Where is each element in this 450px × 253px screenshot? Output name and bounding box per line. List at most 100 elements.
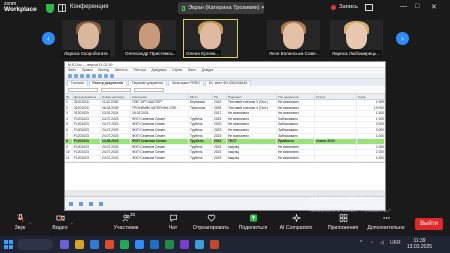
table-cell: ФОП Семенов Семен	[131, 127, 189, 133]
menu-item[interactable]: Правка	[82, 68, 93, 72]
table-cell: ФОП Семенов Семен	[131, 144, 189, 150]
excel-icon[interactable]	[165, 240, 174, 249]
task-view-icon[interactable]	[60, 240, 69, 249]
filter-input[interactable]	[134, 87, 164, 92]
apps-button[interactable]: Приложения	[323, 212, 363, 231]
tool-icon[interactable]	[104, 73, 108, 78]
share-button[interactable]: Поделиться	[233, 212, 273, 231]
column-header[interactable]: Контрагент	[131, 94, 189, 99]
apps-icon	[339, 214, 347, 222]
tool-icon[interactable]	[74, 73, 78, 78]
edge-icon[interactable]	[90, 240, 99, 249]
file-explorer-icon[interactable]	[75, 240, 84, 249]
taskbar-search[interactable]	[17, 239, 53, 250]
chat-button[interactable]: Чат	[153, 212, 193, 231]
column-header[interactable]: Дата документа	[73, 94, 101, 99]
table-cell: 4 200	[357, 155, 385, 161]
gallery-icon[interactable]	[58, 4, 66, 12]
menu-item[interactable]: Файл	[68, 68, 76, 72]
tool-icon[interactable]	[80, 73, 84, 78]
participant-tile[interactable]: Леся Воленська-Саве...	[267, 20, 320, 57]
app-icon[interactable]	[120, 240, 129, 249]
status-icon[interactable]	[89, 201, 93, 206]
chevron-up-icon[interactable]: ^	[29, 221, 31, 226]
participant-tile-active[interactable]: Олена Ергенк...	[183, 19, 238, 58]
security-shield-icon[interactable]	[46, 4, 54, 13]
menu-item[interactable]: Вікно	[188, 68, 196, 72]
table-cell: Бережань	[189, 100, 213, 105]
app-tab[interactable]: Головна	[67, 80, 88, 86]
taskbar-clock[interactable]: 11:39 13.03.2025	[407, 238, 432, 250]
column-header[interactable]: Сума	[357, 94, 385, 99]
table-cell: 3	[65, 111, 73, 116]
status-icon[interactable]	[69, 201, 73, 206]
recording-indicator[interactable]: Запись	[331, 4, 358, 10]
chevron-up-icon[interactable]: ^	[71, 221, 73, 226]
shared-screen[interactable]: M.E.Doc — версія 11.01.59 Файл Правка Ви…	[64, 61, 386, 211]
telegram-icon[interactable]	[195, 240, 204, 249]
participants-button[interactable]: 33 Участники	[106, 212, 146, 231]
table-cell: 3 000	[357, 127, 385, 133]
menu-item[interactable]: Довідка	[202, 68, 213, 72]
column-header[interactable]: Підрозділ	[227, 94, 277, 99]
tool-icon[interactable]	[92, 73, 96, 78]
network-icon[interactable]: ◔	[370, 240, 373, 246]
status-icon[interactable]	[99, 201, 103, 206]
status-icon[interactable]	[79, 201, 83, 206]
filter-input[interactable]	[68, 87, 98, 92]
close-icon[interactable]: ✕	[431, 3, 437, 11]
view-icon[interactable]	[365, 4, 373, 11]
prev-page-arrow-icon[interactable]: ‹	[42, 32, 55, 45]
tool-icon[interactable]	[110, 73, 114, 78]
minimize-icon[interactable]: —	[400, 3, 407, 10]
column-header[interactable]: Тип документа	[277, 94, 315, 99]
volume-icon[interactable]: ◁	[380, 240, 384, 246]
participant-tile[interactable]: Лариса Любомирець...	[330, 20, 383, 57]
column-header[interactable]: Місто	[189, 94, 213, 99]
maximize-icon[interactable]: □	[415, 3, 419, 10]
app-tab[interactable]: Ел. звіти ФН 4000206416	[204, 80, 252, 86]
leave-button[interactable]: Выйти	[415, 218, 443, 230]
column-header[interactable]: Рік	[213, 94, 227, 99]
table-cell: ФОП Семенов Семен	[131, 139, 189, 144]
table-cell: Трубель	[189, 122, 213, 127]
column-header[interactable]: Статус	[315, 94, 357, 99]
video-button[interactable]: Видео ^	[40, 212, 80, 231]
tool-icon[interactable]	[68, 73, 72, 78]
filter-input[interactable]	[101, 87, 131, 92]
tool-icon[interactable]	[98, 73, 102, 78]
table-cell: Заблоковано	[277, 127, 315, 133]
react-button[interactable]: Отреагировать	[191, 212, 231, 231]
chrome-icon[interactable]	[105, 240, 114, 249]
zoom-app-icon[interactable]	[135, 240, 144, 249]
ai-companion-button[interactable]: AI Companion	[276, 212, 316, 231]
app-icon[interactable]	[210, 240, 219, 249]
windows-start-icon[interactable]	[4, 240, 13, 249]
share-screen-icon	[249, 214, 257, 222]
menu-item[interactable]: Звітність	[115, 68, 128, 72]
menu-item[interactable]: Вигляд	[98, 68, 108, 72]
column-header[interactable]: Номер договору	[101, 94, 131, 99]
audio-button[interactable]: Звук ^	[0, 212, 40, 231]
more-button[interactable]: Дополнительно	[366, 212, 406, 231]
column-header[interactable]: №	[65, 94, 73, 99]
viber-icon[interactable]	[180, 240, 189, 249]
menu-item[interactable]: Довідники	[152, 68, 167, 72]
participant-tile[interactable]: Лариса Скоробогата	[62, 20, 115, 57]
tool-icon[interactable]	[86, 73, 90, 78]
avatar	[283, 23, 304, 49]
menu-item[interactable]: Сервіс	[172, 68, 182, 72]
word-icon[interactable]	[150, 240, 159, 249]
next-page-arrow-icon[interactable]: ›	[396, 32, 409, 45]
table-cell	[315, 111, 357, 116]
table-cell: 2023	[213, 144, 227, 150]
app-tab[interactable]: Первинні документи	[128, 80, 168, 86]
language-indicator[interactable]: UKR	[390, 240, 401, 246]
table-cell: 10	[65, 150, 73, 155]
app-tab[interactable]: Моніторинг PRRO	[168, 80, 204, 86]
tray-chevron-icon[interactable]: ^	[360, 240, 362, 246]
participant-tile[interactable]: Олександр Пристемсь...	[123, 20, 176, 57]
screen-share-indicator[interactable]: Экран (Катерина Трохимяк) ▾	[178, 2, 264, 14]
menu-item[interactable]: Реєстри	[134, 68, 146, 72]
app-tab-active[interactable]: Реєстр документів	[88, 80, 128, 86]
